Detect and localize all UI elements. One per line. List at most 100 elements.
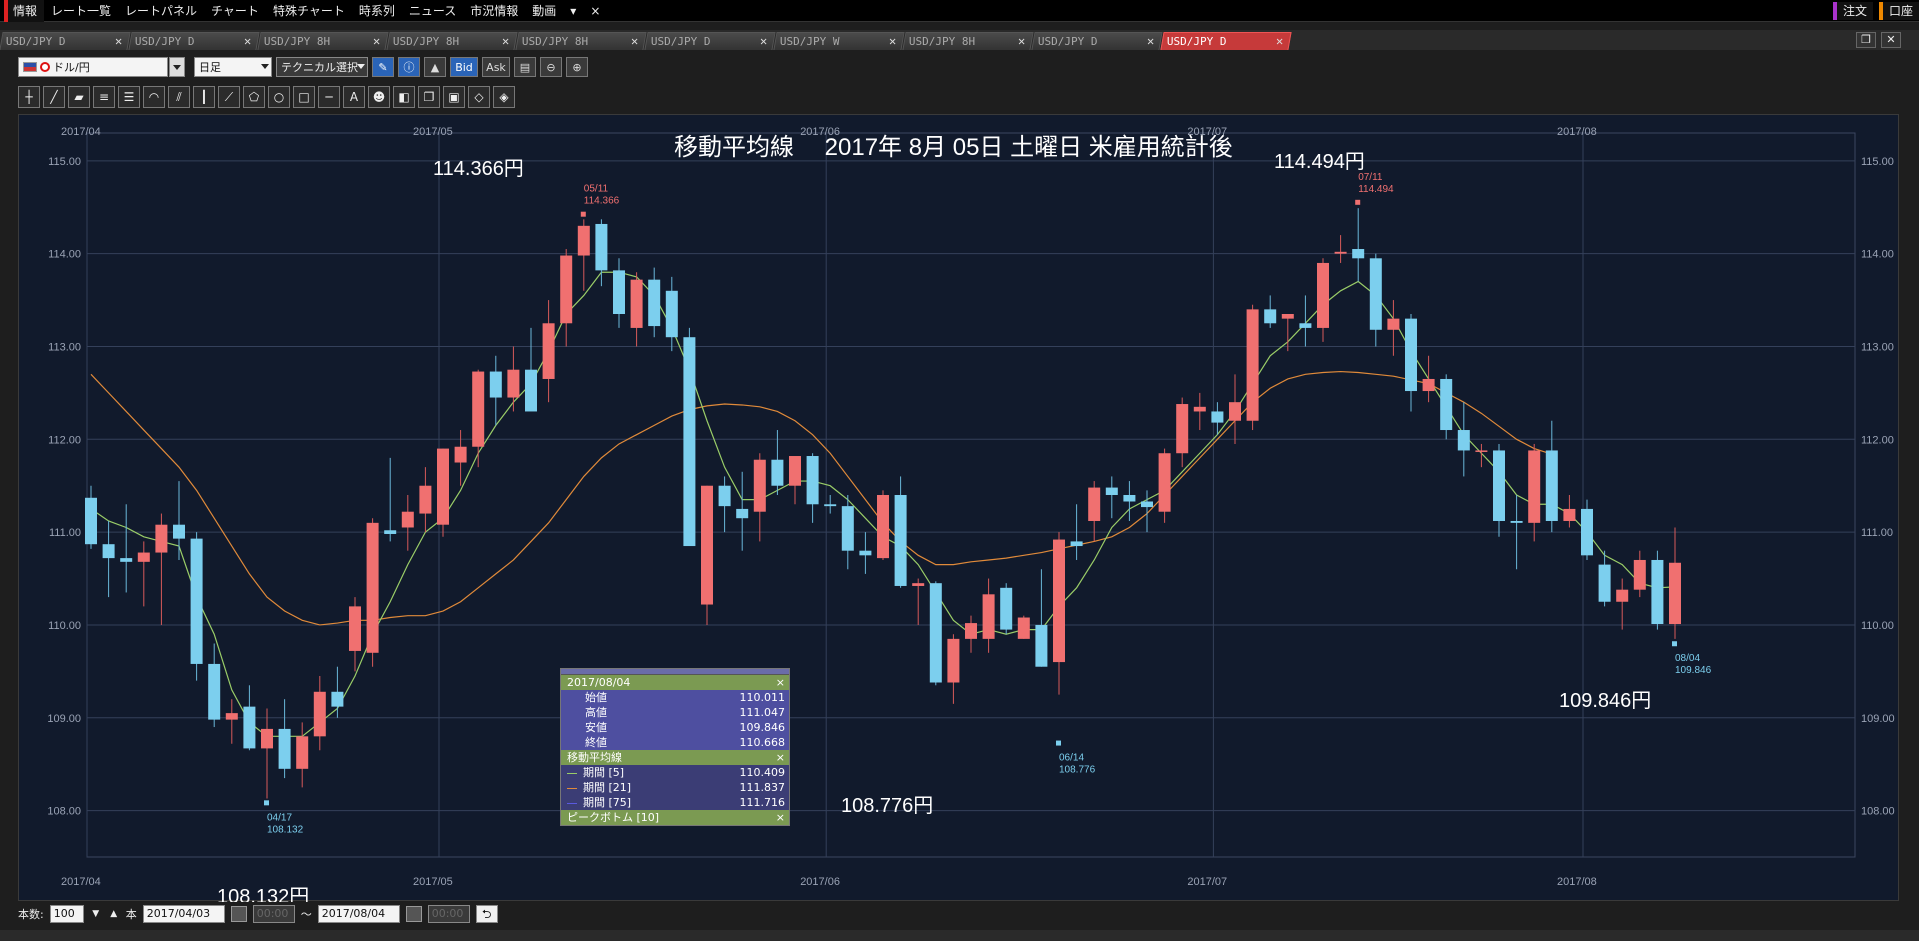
fib-arc-icon[interactable]: ◠	[143, 86, 165, 108]
chart-settings-icon[interactable]: ▤	[514, 57, 536, 77]
candle-body	[1105, 487, 1118, 495]
menu-time-series[interactable]: 時系列	[352, 0, 402, 22]
range-bar: 本数: 100 ▼ ▲ 本 2017/04/03 00:00 〜 2017/08…	[0, 903, 1919, 925]
candle-body	[841, 506, 854, 551]
tab-close-icon[interactable]: ✕	[115, 34, 122, 48]
tab-close-icon[interactable]: ✕	[631, 34, 638, 48]
chart-tab[interactable]: USD/JPY D ✕	[128, 32, 260, 50]
peak-price-label: 114.366	[584, 196, 620, 207]
tab-close-icon[interactable]: ✕	[244, 34, 251, 48]
chart-tab[interactable]: USD/JPY 8H ✕	[386, 32, 518, 50]
order-button[interactable]: 注文	[1832, 1, 1873, 20]
currency-pair-dropdown-button[interactable]	[169, 57, 185, 77]
menu-more-dropdown[interactable]: ▾	[563, 0, 583, 22]
restore-window-icon[interactable]: ❐	[1856, 32, 1876, 48]
bar-count-field[interactable]: 100	[49, 905, 84, 923]
chart-tab-bar: USD/JPY D ✕ USD/JPY D ✕ USD/JPY 8H ✕ USD/JP…	[0, 30, 1919, 50]
horizontal-line-icon[interactable]: ─	[318, 86, 340, 108]
menu-news[interactable]: ニュース	[402, 0, 463, 22]
vertical-lines-icon[interactable]: ┃	[193, 86, 215, 108]
menu-video[interactable]: 動画	[525, 0, 563, 22]
candle-body	[489, 371, 502, 398]
ma5-swatch	[567, 772, 577, 774]
fan-lines-icon[interactable]: ⫽	[168, 86, 190, 108]
candle-body	[525, 369, 537, 412]
pentagon-icon[interactable]: ⬠	[243, 86, 265, 108]
undo-button[interactable]: ⮌	[475, 905, 498, 923]
y-tick-label-right: 113.00	[1861, 341, 1894, 353]
y-tick-label-left: 109.00	[47, 713, 81, 725]
candle-body	[1264, 309, 1277, 324]
ask-button[interactable]: Ask	[482, 57, 510, 77]
timeframe-select[interactable]: 日足	[194, 57, 272, 77]
bid-button[interactable]: Bid	[450, 57, 478, 77]
account-button[interactable]: 口座	[1878, 1, 1919, 20]
menu-special-chart[interactable]: 特殊チャート	[266, 0, 352, 22]
tab-close-icon[interactable]: ✕	[760, 34, 767, 48]
mountain-chart-icon[interactable]: ▲	[424, 57, 446, 77]
technical-select[interactable]: テクニカル選択	[276, 57, 368, 77]
close-icon[interactable]: ×	[776, 750, 785, 765]
tab-label: USD/JPY 8H	[521, 35, 589, 48]
chart-tab[interactable]: USD/JPY 8H ✕	[902, 32, 1034, 50]
circle-icon[interactable]: ○	[268, 86, 290, 108]
chart-tab[interactable]: USD/JPY 8H ✕	[515, 32, 647, 50]
chart-tab[interactable]: USD/JPY W ✕	[773, 32, 905, 50]
close-window-icon[interactable]: ✕	[1881, 32, 1901, 48]
parallel-lines-icon[interactable]: ≡	[93, 86, 115, 108]
select-tool-icon[interactable]: ◧	[393, 86, 415, 108]
chart-tab[interactable]: USD/JPY D ✕	[1031, 32, 1163, 50]
currency-pair-select[interactable]: ドル/円	[18, 57, 185, 77]
tab-close-icon[interactable]: ✕	[1276, 34, 1283, 48]
stamp-icon[interactable]: ☻	[368, 86, 390, 108]
menu-rate-list[interactable]: レート一覧	[44, 0, 118, 22]
eraser-all-icon[interactable]: ◈	[493, 86, 515, 108]
tab-close-icon[interactable]: ✕	[1147, 34, 1154, 48]
menu-chart[interactable]: チャート	[204, 0, 266, 22]
menu-market-info[interactable]: 市況情報	[463, 0, 525, 22]
spin-up-icon[interactable]: ▲	[108, 906, 120, 922]
x-tick-label-bottom: 2017/06	[800, 876, 840, 888]
chart-area[interactable]: 115.00 115.00 114.00 114.00 113.00 113.00 112.…	[18, 114, 1900, 902]
data-window[interactable]: 2017/08/04 × 始値 110.011 高値 111.047 安値 109.8…	[560, 668, 790, 826]
zoom-in-icon[interactable]: ⊕	[566, 57, 588, 77]
chart-tab[interactable]: USD/JPY 8H ✕	[257, 32, 389, 50]
gann-fan-icon[interactable]: ⟋	[218, 86, 240, 108]
calendar-icon[interactable]	[405, 906, 422, 922]
to-date-field[interactable]: 2017/08/04	[317, 905, 400, 923]
close-icon[interactable]: ×	[776, 810, 785, 825]
ruler-icon[interactable]: ▰	[68, 86, 90, 108]
copy-icon[interactable]: ❐	[418, 86, 440, 108]
pencil-icon[interactable]: ✎	[372, 57, 394, 77]
info-icon[interactable]: ⓘ	[398, 57, 420, 77]
close-icon[interactable]: ×	[776, 675, 785, 690]
chart-tab[interactable]: USD/JPY D ✕	[0, 32, 131, 50]
chart-tab[interactable]: USD/JPY D ✕	[644, 32, 776, 50]
tab-close-icon[interactable]: ✕	[502, 34, 509, 48]
fibonacci-icon[interactable]: ☰	[118, 86, 140, 108]
rectangle-icon[interactable]: □	[293, 86, 315, 108]
menu-close-button[interactable]: ×	[583, 0, 607, 22]
crosshair-icon[interactable]: ┼	[18, 86, 40, 108]
chart-tab-active[interactable]: USD/JPY D ✕	[1160, 32, 1292, 50]
chevron-down-icon	[357, 64, 365, 69]
spin-down-icon[interactable]: ▼	[90, 906, 102, 922]
from-date-field[interactable]: 2017/04/03	[142, 905, 225, 923]
calendar-icon[interactable]	[230, 906, 247, 922]
trendline-icon[interactable]: ╱	[43, 86, 65, 108]
candle-body	[648, 279, 661, 327]
menu-rate-panel[interactable]: レートパネル	[118, 0, 204, 22]
candle-body	[929, 583, 942, 683]
paste-icon[interactable]: ▣	[443, 86, 465, 108]
menu-info[interactable]: 情報	[4, 0, 45, 22]
tab-close-icon[interactable]: ✕	[1018, 34, 1025, 48]
text-icon[interactable]: A	[343, 86, 365, 108]
chart-title: 移動平均線 2017年 8月 05日 土曜日 米雇用統計後	[674, 134, 1233, 161]
eraser-icon[interactable]: ◇	[468, 86, 490, 108]
candlestick-chart[interactable]: 115.00 115.00 114.00 114.00 113.00 113.00 112.…	[19, 115, 1900, 902]
tab-label: USD/JPY D	[1037, 35, 1098, 48]
tab-close-icon[interactable]: ✕	[889, 34, 896, 48]
tab-close-icon[interactable]: ✕	[373, 34, 380, 48]
zoom-out-icon[interactable]: ⊖	[540, 57, 562, 77]
bottom-date-label: 04/17	[267, 812, 292, 823]
